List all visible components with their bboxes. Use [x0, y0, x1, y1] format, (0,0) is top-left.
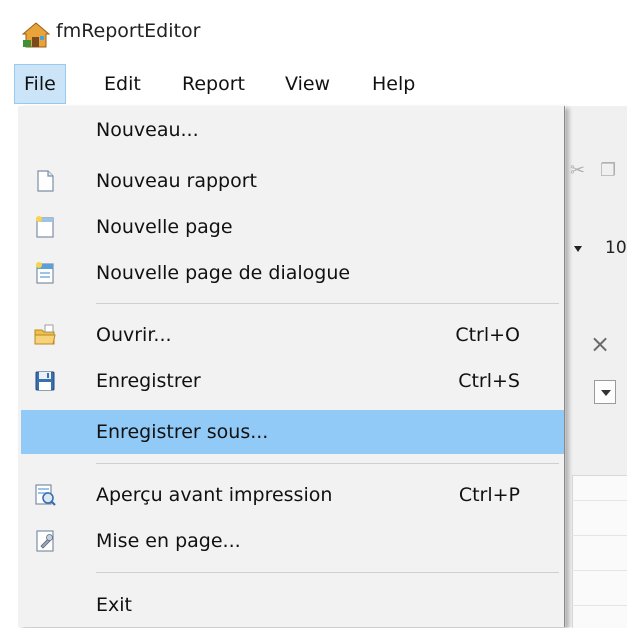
menu-item-shortcut: Ctrl+O: [455, 324, 520, 346]
menu-item-apercu[interactable]: Aperçu avant impression Ctrl+P: [21, 473, 564, 517]
menu-item-nouveau[interactable]: Nouveau...: [21, 108, 564, 152]
font-size-field[interactable]: 10: [605, 238, 627, 258]
menu-item-mise-en-page[interactable]: Mise en page...: [21, 519, 564, 563]
new-page-icon: [36, 216, 54, 238]
title-bar: fmReportEditor: [0, 0, 627, 64]
new-dialog-page-icon: [36, 262, 54, 284]
menu-item-label: Nouveau...: [96, 119, 199, 141]
menu-item-exit[interactable]: Exit: [21, 583, 564, 627]
menu-item-label: Enregistrer sous...: [96, 421, 269, 443]
print-preview-icon: [35, 484, 56, 506]
save-floppy-icon: [35, 371, 55, 391]
menu-bar: File Edit Report View Help: [0, 64, 627, 106]
menu-edit[interactable]: Edit: [95, 64, 150, 104]
menu-file[interactable]: File: [14, 64, 66, 104]
grid-line: [572, 605, 627, 606]
file-menu-dropdown: Nouveau... Nouveau rapport Nouvelle page…: [18, 106, 565, 627]
menu-item-label: Mise en page...: [96, 530, 241, 552]
menu-separator: [96, 303, 559, 304]
page-setup-icon: [36, 530, 54, 552]
menu-item-label: Nouveau rapport: [96, 170, 257, 192]
close-icon[interactable]: ×: [590, 330, 610, 358]
menu-item-label: Aperçu avant impression: [96, 484, 333, 506]
grid-line: [572, 570, 627, 571]
menu-item-label: Nouvelle page: [96, 216, 233, 238]
menu-separator: [96, 572, 559, 573]
menu-item-enregistrer[interactable]: Enregistrer Ctrl+S: [21, 359, 564, 403]
menu-item-label: Ouvrir...: [96, 324, 172, 346]
open-folder-icon: [34, 324, 56, 345]
menu-report[interactable]: Report: [173, 64, 254, 104]
house-icon: [22, 22, 50, 48]
grid-line: [572, 535, 627, 536]
menu-item-label: Nouvelle page de dialogue: [96, 262, 351, 284]
menu-item-shortcut: Ctrl+S: [458, 370, 520, 392]
panel-combo-dropdown[interactable]: [594, 380, 616, 404]
window-title: fmReportEditor: [56, 20, 201, 42]
menu-view[interactable]: View: [276, 64, 339, 104]
copy-icon: ❐: [600, 160, 617, 181]
menu-item-nouvelle-page-dialogue[interactable]: Nouvelle page de dialogue: [21, 251, 564, 295]
menu-item-nouveau-rapport[interactable]: Nouveau rapport: [21, 159, 564, 203]
cut-icon: ✂: [570, 160, 586, 181]
dropdown-arrow-icon[interactable]: [574, 246, 582, 252]
menu-item-enregistrer-sous[interactable]: Enregistrer sous...: [21, 410, 564, 454]
menu-item-shortcut: Ctrl+P: [458, 484, 520, 506]
menu-item-nouvelle-page[interactable]: Nouvelle page: [21, 205, 564, 249]
menu-item-ouvrir[interactable]: Ouvrir... Ctrl+O: [21, 313, 564, 357]
menu-separator: [96, 463, 559, 464]
menu-item-label: Enregistrer: [96, 370, 201, 392]
grid-line: [572, 500, 627, 501]
menu-item-label: Exit: [96, 594, 132, 616]
new-document-icon: [37, 170, 54, 192]
menu-help[interactable]: Help: [363, 64, 424, 104]
